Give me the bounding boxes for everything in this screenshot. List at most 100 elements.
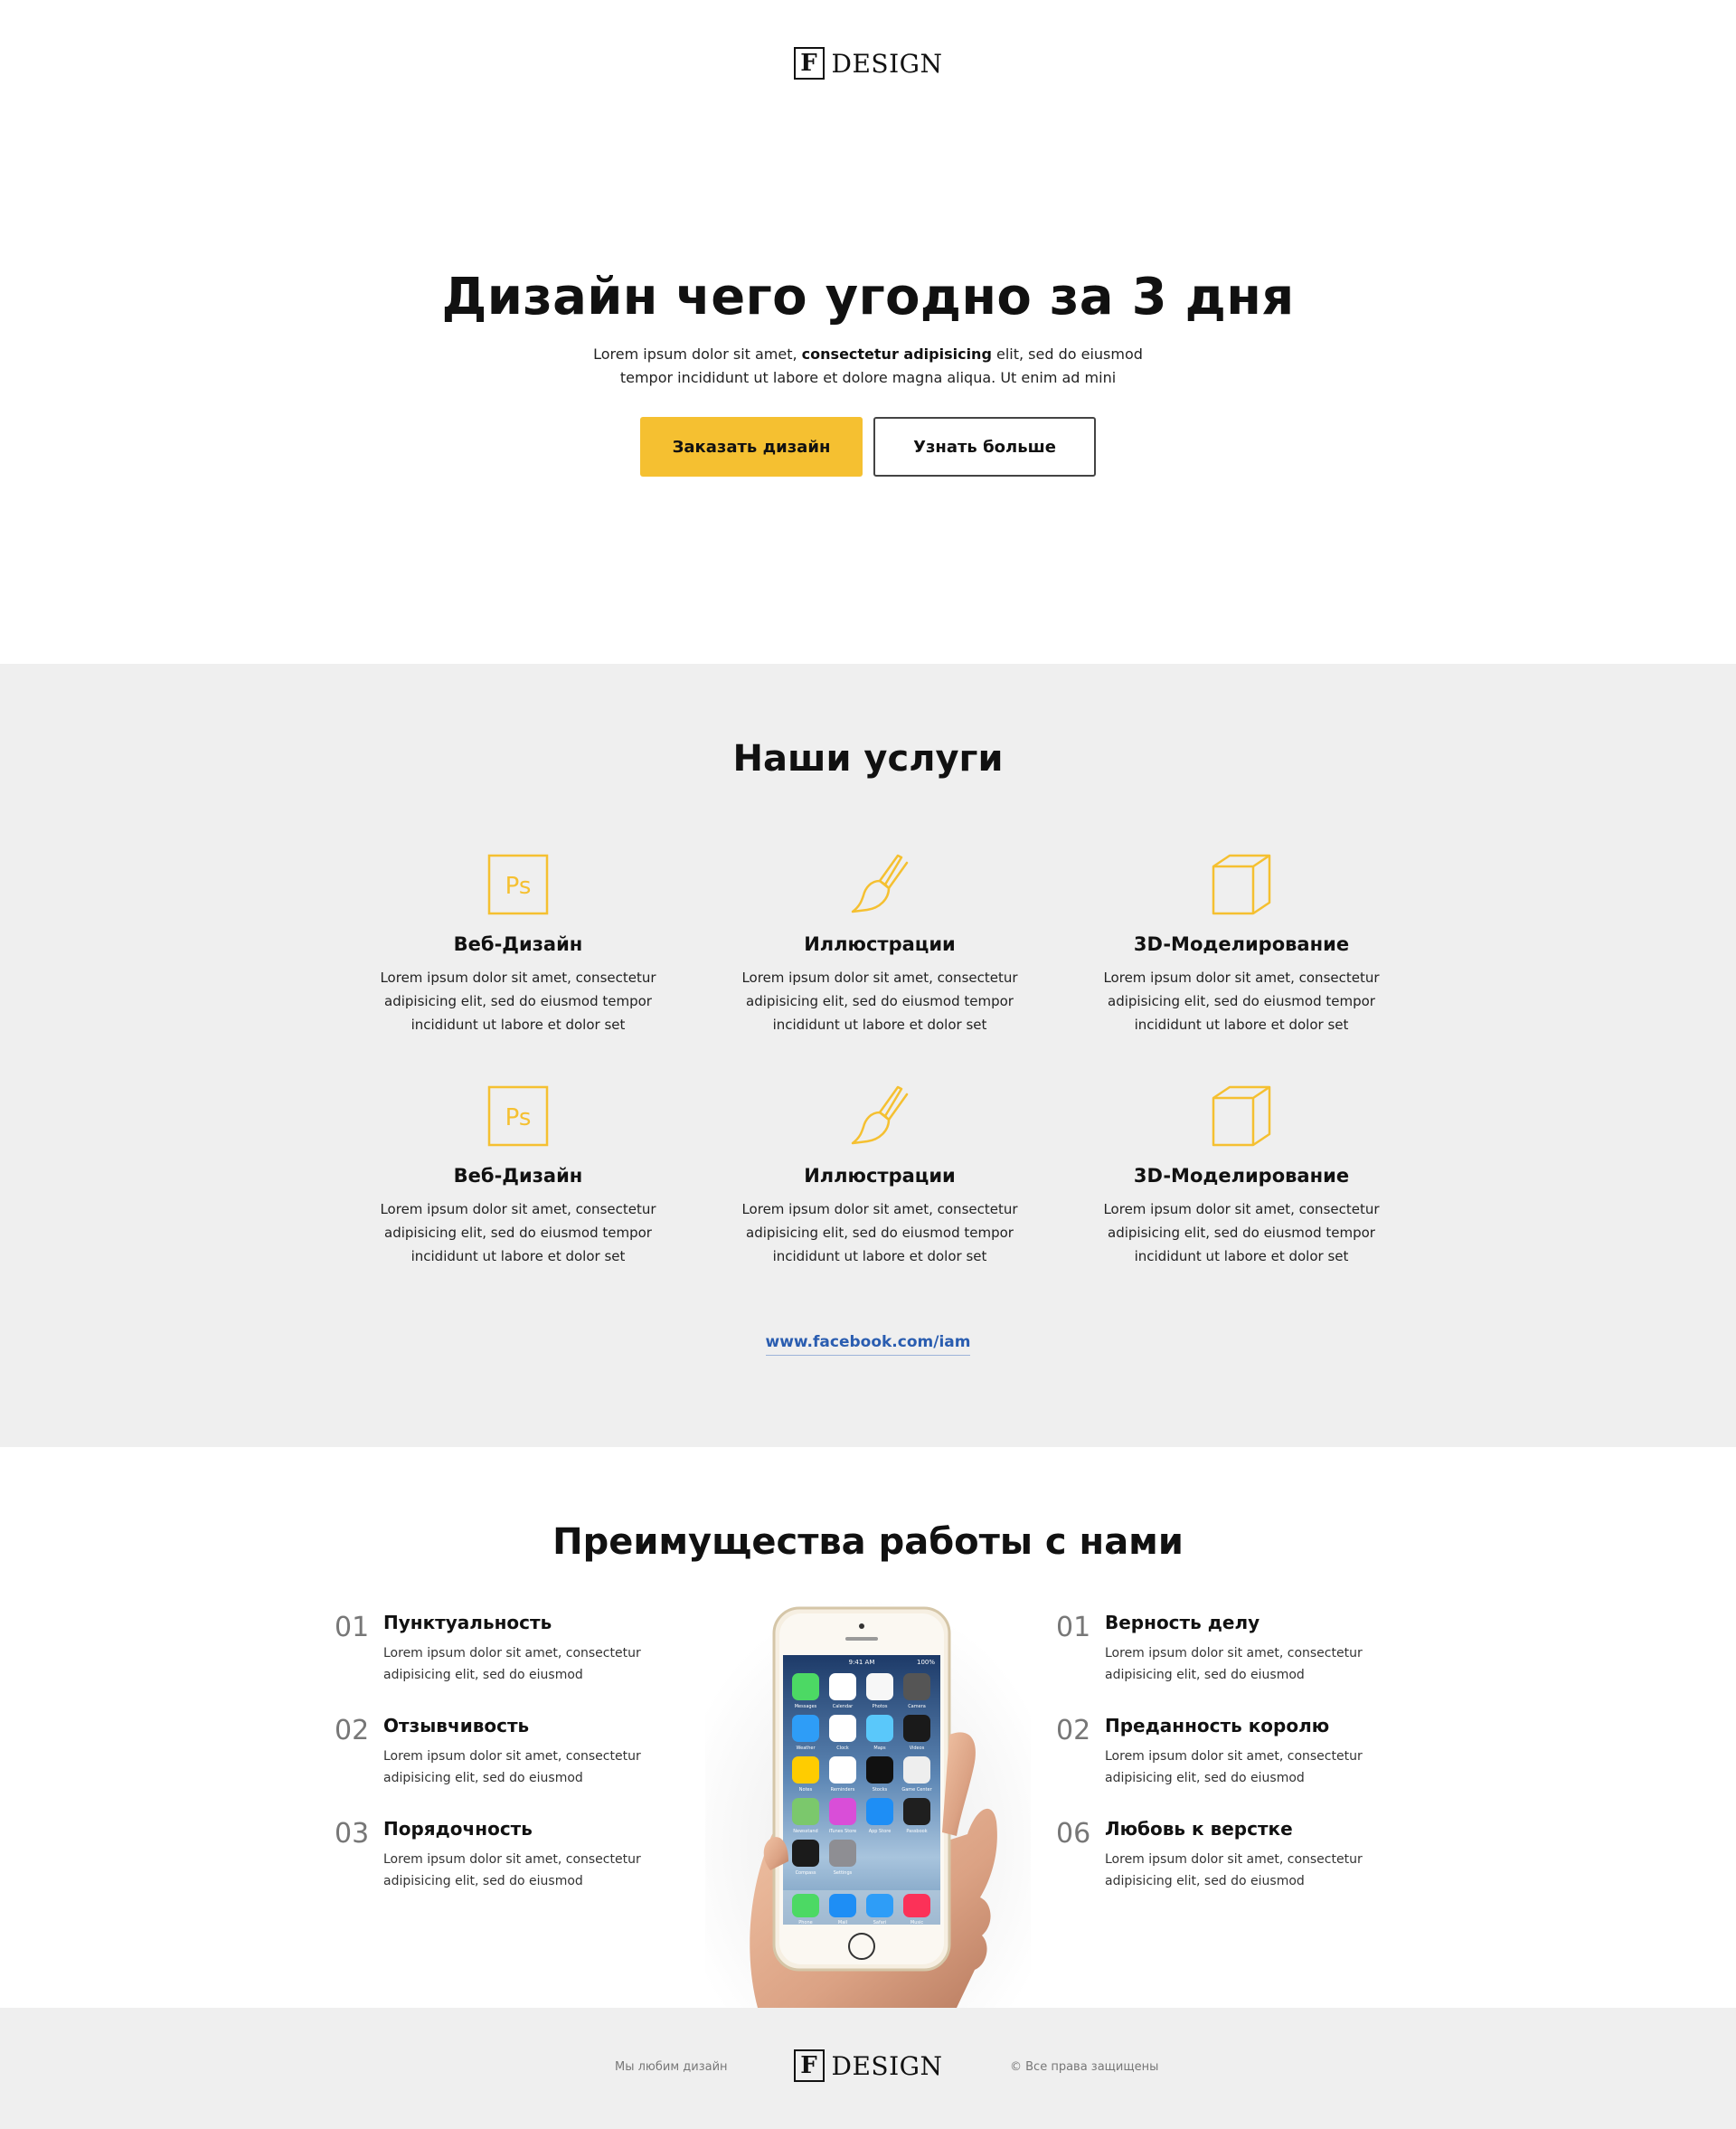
brush-icon — [699, 852, 1061, 917]
advantage-text: Lorem ipsum dolor sit amet, consectetur … — [383, 1852, 641, 1888]
header-logo[interactable]: F DESIGN — [0, 47, 1736, 80]
app-label: Stocks — [873, 1787, 888, 1793]
service-title: 3D-Моделирование — [1133, 1165, 1350, 1187]
hero-description: Lorem ipsum dolor sit amet, consectetur … — [579, 343, 1157, 390]
service-text: Lorem ipsum dolor sit amet, consectetur … — [741, 970, 1018, 1033]
app-icon — [866, 1798, 893, 1825]
facebook-link[interactable]: www.facebook.com/iam — [765, 1333, 971, 1356]
app-label: Settings — [834, 1870, 853, 1876]
advantage-text: Lorem ipsum dolor sit amet, consectetur … — [1105, 1749, 1363, 1785]
logo-mark: F — [793, 47, 825, 80]
app-label: Calendar — [833, 1704, 854, 1709]
advantage-number: 02 — [335, 1715, 370, 1746]
advantage-body: Любовь к верстке Lorem ipsum dolor sit a… — [1105, 1816, 1382, 1919]
app-icon — [829, 1673, 856, 1700]
footer-copyright: © Все права защищены — [1010, 2060, 1159, 2074]
advantage-title: Порядочность — [383, 1818, 533, 1840]
footer-logo[interactable]: F DESIGN — [0, 2049, 1736, 2082]
app-label: Newsstand — [793, 1829, 817, 1834]
advantage-item: 02 Отзывчивость Lorem ipsum dolor sit am… — [335, 1713, 660, 1816]
photoshop-icon: Ps — [337, 1083, 699, 1149]
hero-title: Дизайн чего угодно за 3 дня — [441, 268, 1295, 326]
app-icon — [866, 1715, 893, 1742]
dock-icon — [866, 1894, 893, 1917]
service-text: Lorem ipsum dolor sit amet, consectetur … — [1103, 970, 1380, 1033]
advantage-text: Lorem ipsum dolor sit amet, consectetur … — [383, 1749, 641, 1785]
advantage-item: 02 Преданность королю Lorem ipsum dolor … — [1056, 1713, 1382, 1816]
app-icon — [903, 1798, 930, 1825]
services-grid: Ps Веб-Дизайн Lorem ipsum dolor sit amet… — [337, 852, 1422, 1268]
advantage-title: Пунктуальность — [383, 1612, 552, 1633]
advantage-number: 02 — [1056, 1715, 1091, 1746]
hero-buttons: Заказать дизайн Узнать больше — [0, 417, 1736, 477]
advantage-number: 01 — [335, 1612, 370, 1643]
photoshop-icon: Ps — [337, 852, 699, 917]
footer: Мы любим дизайн F DESIGN © Все права защ… — [0, 2008, 1736, 2129]
service-title: 3D-Моделирование — [1133, 933, 1350, 955]
advantage-title: Преданность королю — [1105, 1715, 1330, 1736]
app-icon — [903, 1673, 930, 1700]
app-label: Notes — [799, 1787, 813, 1793]
app-icon — [792, 1840, 819, 1867]
app-icon — [866, 1673, 893, 1700]
advantage-title: Верность делу — [1105, 1612, 1260, 1633]
dock-label: Mail — [838, 1920, 847, 1926]
app-icon — [829, 1798, 856, 1825]
dock-label: Phone — [798, 1920, 813, 1926]
advantage-text: Lorem ipsum dolor sit amet, consectetur … — [1105, 1852, 1363, 1888]
dock-label: Safari — [873, 1920, 887, 1926]
dock-icon — [792, 1894, 819, 1917]
advantage-text: Lorem ipsum dolor sit amet, consectetur … — [1105, 1646, 1363, 1682]
app-icon — [829, 1756, 856, 1784]
brush-icon — [699, 1083, 1061, 1149]
hero-section: F DESIGN Дизайн чего угодно за 3 дня Lor… — [0, 0, 1736, 664]
advantage-number: 03 — [335, 1818, 370, 1850]
advantage-body: Верность делу Lorem ipsum dolor sit amet… — [1105, 1610, 1382, 1713]
app-label: Messages — [795, 1704, 817, 1709]
dock-label: Music — [910, 1920, 923, 1926]
advantage-number: 01 — [1056, 1612, 1091, 1643]
app-label: Videos — [910, 1746, 925, 1751]
app-icon — [792, 1798, 819, 1825]
facebook-link-wrap: www.facebook.com/iam — [0, 1333, 1736, 1356]
app-label: Passbook — [906, 1829, 927, 1834]
advantage-item: 01 Верность делу Lorem ipsum dolor sit a… — [1056, 1610, 1382, 1713]
dock-icon — [829, 1894, 856, 1917]
advantage-number: 06 — [1056, 1818, 1091, 1850]
service-card: Иллюстрации Lorem ipsum dolor sit amet, … — [699, 1083, 1061, 1268]
svg-text:Ps: Ps — [505, 873, 532, 900]
app-icon — [903, 1715, 930, 1742]
app-label: Maps — [873, 1746, 886, 1751]
advantage-title: Любовь к верстке — [1105, 1818, 1293, 1840]
phone-battery: 100% — [917, 1659, 935, 1666]
advantage-item: 03 Порядочность Lorem ipsum dolor sit am… — [335, 1816, 660, 1919]
app-label: Game Center — [901, 1787, 932, 1793]
service-card: Иллюстрации Lorem ipsum dolor sit amet, … — [699, 852, 1061, 1036]
hero-text-bold: consectetur adipisicing — [801, 345, 992, 363]
advantage-body: Порядочность Lorem ipsum dolor sit amet,… — [383, 1816, 660, 1919]
order-design-button[interactable]: Заказать дизайн — [640, 417, 863, 477]
service-card: 3D-Моделирование Lorem ipsum dolor sit a… — [1061, 852, 1422, 1036]
services-title: Наши услуги — [732, 738, 1004, 780]
service-title: Веб-Дизайн — [453, 1165, 583, 1187]
service-text: Lorem ipsum dolor sit amet, consectetur … — [741, 1201, 1018, 1264]
hero-content: Дизайн чего угодно за 3 дня Lorem ipsum … — [0, 268, 1736, 477]
app-label: Weather — [796, 1746, 816, 1751]
advantage-item: 06 Любовь к верстке Lorem ipsum dolor si… — [1056, 1816, 1382, 1919]
advantage-body: Отзывчивость Lorem ipsum dolor sit amet,… — [383, 1713, 660, 1816]
advantage-title: Отзывчивость — [383, 1715, 530, 1736]
advantages-title: Преимущества работы с нами — [552, 1521, 1184, 1563]
dock-icon — [903, 1894, 930, 1917]
logo-mark: F — [793, 2049, 825, 2082]
service-text: Lorem ipsum dolor sit amet, consectetur … — [1103, 1201, 1380, 1264]
cube-icon — [1061, 852, 1422, 917]
services-section: Наши услуги Ps Веб-Дизайн Lorem ipsum do… — [0, 664, 1736, 1447]
app-label: Reminders — [831, 1787, 855, 1793]
advantage-body: Пунктуальность Lorem ipsum dolor sit ame… — [383, 1610, 660, 1713]
advantage-body: Преданность королю Lorem ipsum dolor sit… — [1105, 1713, 1382, 1816]
logo-text: DESIGN — [831, 2050, 943, 2081]
app-icon — [792, 1673, 819, 1700]
app-label: Clock — [836, 1746, 849, 1751]
advantages-right-column: 01 Верность делу Lorem ipsum dolor sit a… — [1056, 1610, 1382, 1919]
learn-more-button[interactable]: Узнать больше — [873, 417, 1096, 477]
